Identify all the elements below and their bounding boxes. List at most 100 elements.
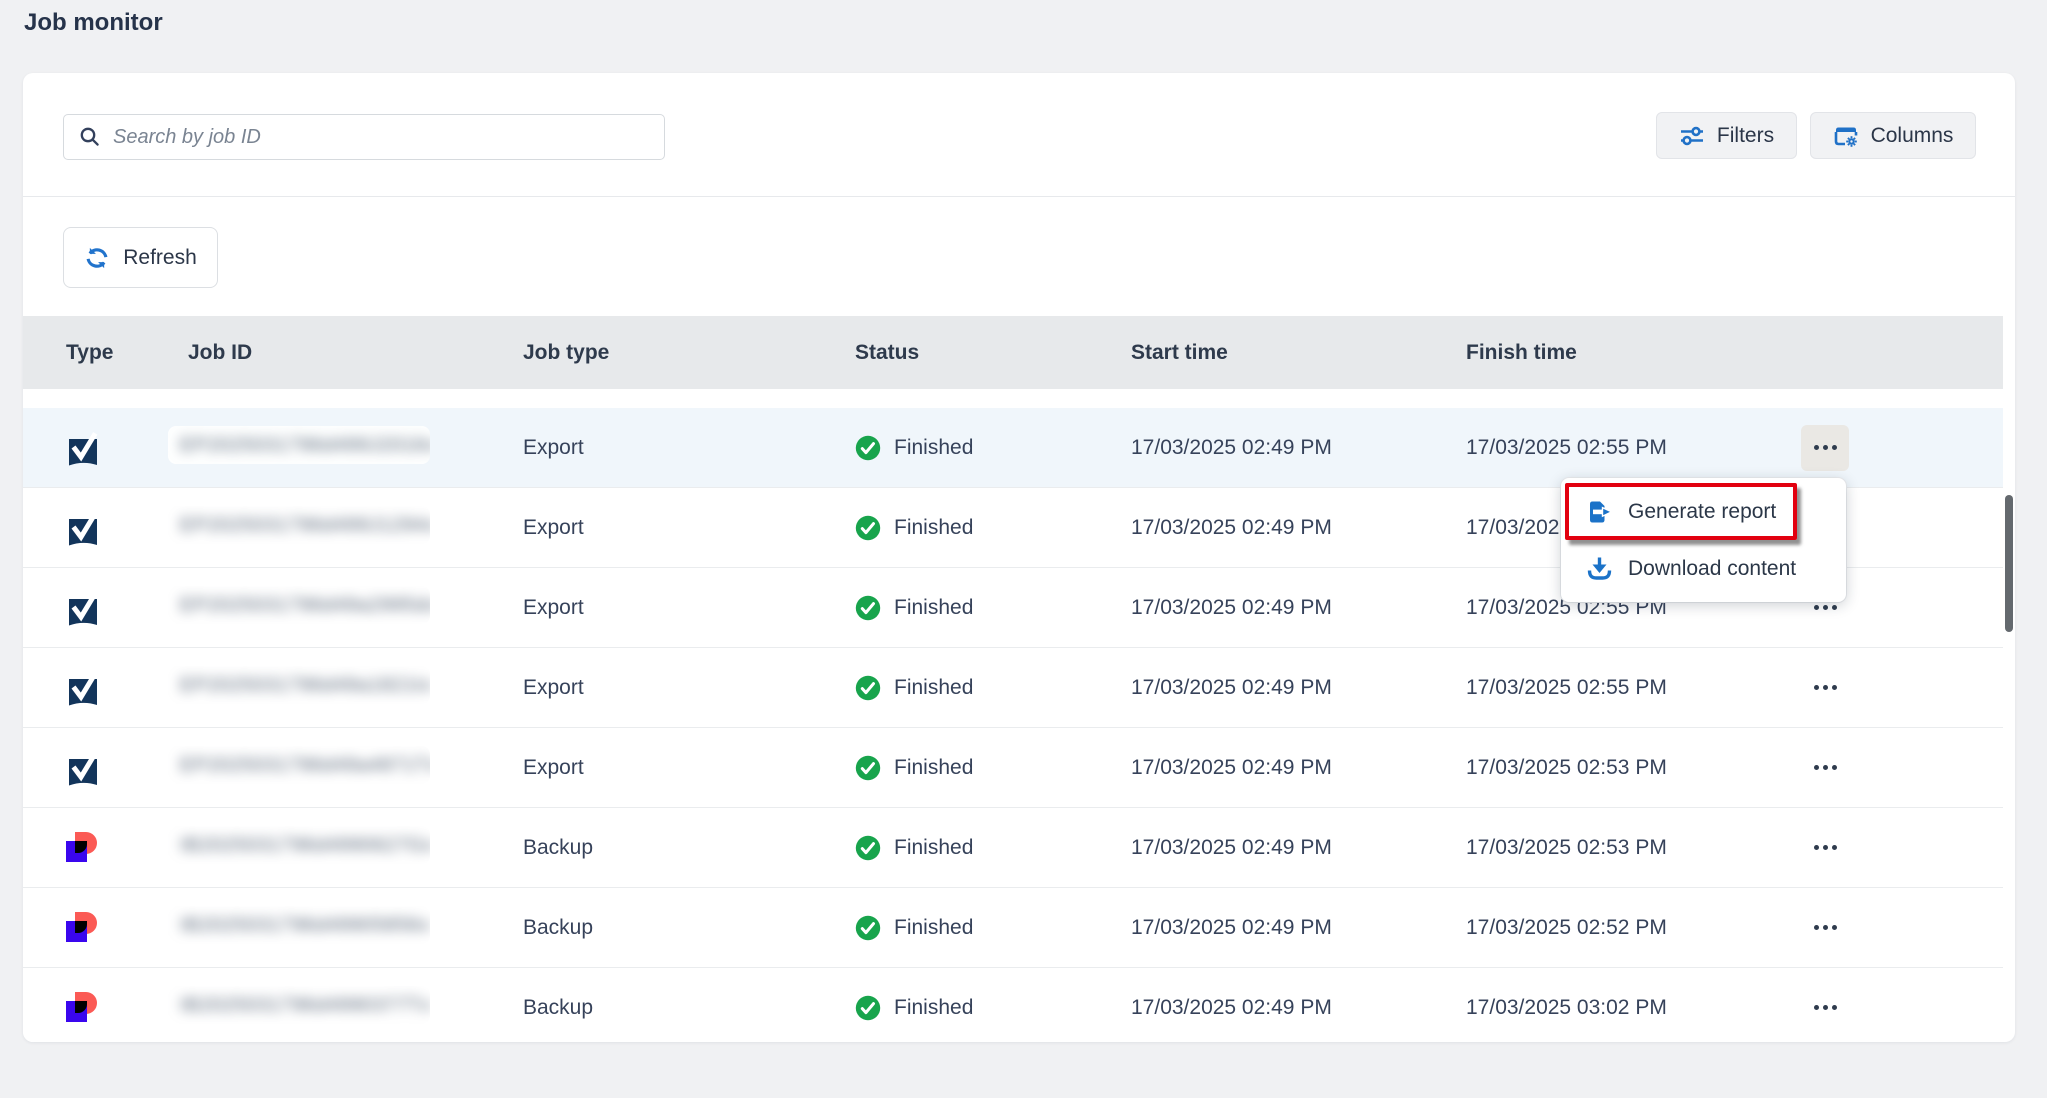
cell-job-type: Backup xyxy=(523,916,855,940)
row-actions-button[interactable] xyxy=(1801,425,1849,471)
search-input[interactable] xyxy=(113,115,664,159)
status-finished-icon xyxy=(855,675,881,701)
header-start-time: Start time xyxy=(1131,341,1466,365)
row-actions-button[interactable] xyxy=(1801,745,1849,791)
status-finished-icon xyxy=(855,755,881,781)
cell-start-time: 17/03/2025 02:49 PM xyxy=(1131,436,1466,460)
status-label: Finished xyxy=(894,916,973,940)
cell-job-id: EP2025031796d49a1821tx xyxy=(188,666,523,710)
status-label: Finished xyxy=(894,756,973,780)
row-actions-button[interactable] xyxy=(1801,905,1849,951)
export-type-icon xyxy=(66,509,100,546)
backup-type-icon xyxy=(66,832,98,863)
cell-start-time: 17/03/2025 02:49 PM xyxy=(1131,756,1466,780)
redacted-job-id: IB2025031796d49905856x xyxy=(168,906,430,944)
table-header: Type Job ID Job type Status Start time F… xyxy=(23,316,2003,389)
cell-start-time: 17/03/2025 02:49 PM xyxy=(1131,676,1466,700)
filters-label: Filters xyxy=(1717,124,1774,148)
cell-status: Finished xyxy=(855,755,1131,781)
cell-job-id: EP2025031796d499J2016x xyxy=(188,426,523,470)
cell-start-time: 17/03/2025 02:49 PM xyxy=(1131,916,1466,940)
cell-job-type: Export xyxy=(523,516,855,540)
row-actions-button[interactable] xyxy=(1801,665,1849,711)
status-finished-icon xyxy=(855,435,881,461)
header-type: Type xyxy=(66,341,188,365)
status-label: Finished xyxy=(894,436,973,460)
export-type-icon xyxy=(66,749,100,786)
redacted-job-id: IB2025031796d4990377Tx xyxy=(168,986,430,1024)
cell-status: Finished xyxy=(855,995,1131,1021)
filters-button[interactable]: Filters xyxy=(1656,112,1797,159)
cell-start-time: 17/03/2025 02:49 PM xyxy=(1131,516,1466,540)
status-finished-icon xyxy=(855,835,881,861)
cell-status: Finished xyxy=(855,515,1131,541)
backup-type-icon xyxy=(66,912,98,943)
cell-job-id: EP2025031796d49a4871Tx xyxy=(188,746,523,790)
search-box xyxy=(63,114,665,160)
backup-type-icon xyxy=(66,992,98,1023)
cell-finish-time: 17/03/2025 02:53 PM xyxy=(1466,836,1801,860)
cell-status: Finished xyxy=(855,835,1131,861)
cell-job-type: Export xyxy=(523,596,855,620)
status-label: Finished xyxy=(894,836,973,860)
columns-icon xyxy=(1833,124,1859,148)
redacted-job-id: EP2025031796d499J2016x xyxy=(168,426,430,464)
status-finished-icon xyxy=(855,915,881,941)
search-icon xyxy=(78,125,102,149)
status-finished-icon xyxy=(855,995,881,1021)
table-row: EP2025031796d499J2016x Export Finished 1… xyxy=(23,408,2003,488)
export-type-icon xyxy=(66,589,100,626)
menu-item-label: Generate report xyxy=(1628,500,1776,524)
cell-finish-time: 17/03/2025 02:55 PM xyxy=(1466,436,1801,460)
export-type-icon xyxy=(66,669,100,706)
cell-start-time: 17/03/2025 02:49 PM xyxy=(1131,596,1466,620)
cell-status: Finished xyxy=(855,675,1131,701)
cell-finish-time: 17/03/2025 02:53 PM xyxy=(1466,756,1801,780)
cell-status: Finished xyxy=(855,435,1131,461)
cell-job-type: Export xyxy=(523,756,855,780)
filters-icon xyxy=(1679,125,1705,147)
gear-icon xyxy=(1846,136,1857,147)
page-title: Job monitor xyxy=(24,9,163,37)
table-row: IB2025031796d4990627Gx Backup Finished 1… xyxy=(23,808,2003,888)
cell-job-type: Backup xyxy=(523,836,855,860)
row-actions-button[interactable] xyxy=(1801,825,1849,871)
cell-job-id: IB2025031796d4990377Tx xyxy=(188,986,523,1030)
download-content-icon xyxy=(1586,555,1613,582)
cell-status: Finished xyxy=(855,595,1131,621)
cell-finish-time: 17/03/2025 02:55 PM xyxy=(1466,676,1801,700)
status-label: Finished xyxy=(894,596,973,620)
refresh-button[interactable]: Refresh xyxy=(63,227,218,288)
row-actions-button[interactable] xyxy=(1801,985,1849,1031)
header-status: Status xyxy=(855,341,1131,365)
cell-job-type: Export xyxy=(523,436,855,460)
generate-report-icon xyxy=(1586,498,1613,525)
cell-job-id: IB2025031796d49905856x xyxy=(188,906,523,950)
header-job-id: Job ID xyxy=(188,341,523,365)
scrollbar-thumb[interactable] xyxy=(2005,495,2013,632)
redacted-job-id: IB2025031796d4990627Gx xyxy=(168,826,430,864)
menu-item-download-content[interactable]: Download content xyxy=(1561,540,1846,597)
refresh-icon xyxy=(84,245,110,271)
columns-button[interactable]: Columns xyxy=(1810,112,1976,159)
columns-label: Columns xyxy=(1871,124,1954,148)
cell-job-id: EP2025031796d499J1294x xyxy=(188,506,523,550)
redacted-job-id: EP2025031796d499J1294x xyxy=(168,506,430,544)
toolbar-divider xyxy=(23,196,2015,197)
header-finish-time: Finish time xyxy=(1466,341,1801,365)
cell-job-id: IB2025031796d4990627Gx xyxy=(188,826,523,870)
cell-start-time: 17/03/2025 02:49 PM xyxy=(1131,996,1466,1020)
table-row: IB2025031796d4990377Tx Backup Finished 1… xyxy=(23,968,2003,1042)
cell-status: Finished xyxy=(855,915,1131,941)
menu-item-generate-report[interactable]: Generate report xyxy=(1561,483,1846,540)
row-actions-menu: Generate report Download content xyxy=(1561,478,1846,602)
table-row: EP2025031796d49a4871Tx Export Finished 1… xyxy=(23,728,2003,808)
status-label: Finished xyxy=(894,996,973,1020)
menu-item-label: Download content xyxy=(1628,557,1796,581)
status-label: Finished xyxy=(894,676,973,700)
export-type-icon xyxy=(66,429,100,466)
redacted-job-id: EP2025031796d49a2995dx xyxy=(168,586,430,624)
cell-job-type: Backup xyxy=(523,996,855,1020)
status-finished-icon xyxy=(855,595,881,621)
cell-start-time: 17/03/2025 02:49 PM xyxy=(1131,836,1466,860)
